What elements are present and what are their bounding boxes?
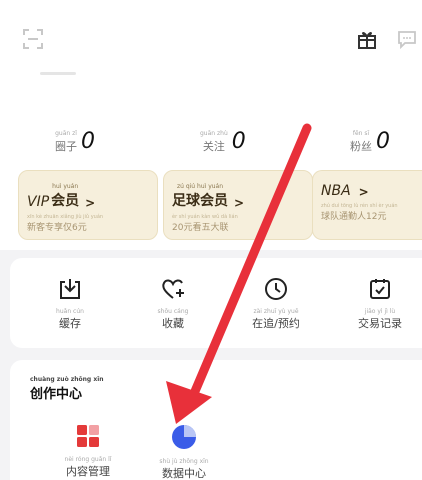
content-grid-icon	[77, 425, 99, 447]
tool-label: 交易记录	[358, 317, 402, 330]
tool-pinyin: jiāo yì jì lù	[364, 308, 396, 315]
drag-handle	[40, 72, 76, 75]
heart-plus-icon	[162, 279, 184, 299]
card-subtitle: 新客专享仅6元	[27, 223, 87, 233]
stat-label: 关注	[202, 140, 225, 153]
creator-center-panel: chuàng zuò zhōng xīn 创作中心 nèi róng guǎn …	[10, 360, 422, 480]
tool-cache[interactable]: huǎn cún 缓存	[30, 276, 110, 331]
vip-member-card[interactable]: VIP huì yuán 会员 > xīn kè zhuān xiǎng jiù…	[18, 170, 158, 240]
calendar-check-icon	[370, 279, 390, 299]
creator-title-text: 创作中心	[30, 387, 83, 402]
tools-panel: huǎn cún 缓存 shōu cáng 收藏 zài zhuī yù yuē…	[10, 258, 422, 348]
stat-pinyin: fěn sī	[352, 130, 370, 137]
card-prefix: VIP	[27, 194, 50, 210]
tool-label: 在追/预约	[252, 317, 300, 330]
stat-pinyin: guān zhù	[200, 130, 228, 137]
chevron-right-icon: >	[85, 196, 96, 210]
data-center-item[interactable]: shù jù zhōng xīn 数据中心	[144, 424, 224, 480]
item-pinyin: shù jù zhōng xīn	[159, 458, 209, 465]
item-label: 数据中心	[162, 467, 206, 480]
stat-following[interactable]: guān zhù 关注 0	[200, 114, 246, 154]
card-subtitle: 球队通勤人12元	[321, 212, 387, 222]
creator-title-pinyin: chuàng zuò zhōng xīn	[30, 376, 104, 383]
scan-icon[interactable]	[22, 28, 44, 50]
card-prefix: NBA	[321, 183, 351, 199]
card-title-pinyin: huì yuán	[52, 183, 79, 190]
top-bar	[0, 0, 422, 110]
card-subtitle: 20元看五大联	[172, 223, 229, 233]
gift-icon[interactable]	[356, 28, 378, 50]
card-title: 会员	[51, 193, 80, 209]
chevron-right-icon: >	[234, 196, 245, 210]
tool-transactions[interactable]: jiāo yì jì lù 交易记录	[340, 276, 420, 331]
creator-center-title: chuàng zuò zhōng xīn 创作中心	[30, 376, 104, 402]
tool-favorites[interactable]: shōu cáng 收藏	[133, 276, 213, 331]
tool-pinyin: shōu cáng	[157, 308, 189, 315]
stats-row: guān zǐ 圈子 0 guān zhù 关注 0 fěn sī 粉丝 0	[0, 110, 422, 160]
stat-value: 0	[376, 129, 390, 154]
stat-value: 0	[231, 129, 246, 154]
clock-icon	[265, 278, 287, 300]
pie-chart-icon	[172, 425, 196, 449]
tool-following-booking[interactable]: zài zhuī yù yuē 在追/预约	[236, 276, 316, 331]
stat-pinyin: guān zǐ	[55, 130, 77, 137]
stat-label: 粉丝	[350, 140, 372, 153]
message-icon[interactable]	[396, 28, 418, 50]
tool-pinyin: zài zhuī yù yuē	[253, 308, 299, 315]
chevron-right-icon: >	[358, 185, 369, 199]
stat-label: 圈子	[55, 140, 77, 153]
tool-label: 缓存	[59, 317, 81, 330]
stat-value: 0	[81, 129, 95, 154]
tool-pinyin: huǎn cún	[56, 308, 84, 315]
stat-circles[interactable]: guān zǐ 圈子 0	[55, 114, 95, 154]
item-pinyin: nèi róng guǎn lǐ	[64, 456, 112, 463]
stat-fans[interactable]: fěn sī 粉丝 0	[350, 114, 390, 154]
nba-member-card[interactable]: NBA > zhú duì tōng lù rén shí èr yuán 球队…	[312, 170, 422, 240]
download-box-icon	[60, 279, 80, 299]
item-label: 内容管理	[66, 465, 110, 478]
content-management-item[interactable]: nèi róng guǎn lǐ 内容管理	[48, 424, 128, 479]
card-title-pinyin: zú qiú huì yuán	[176, 183, 224, 190]
card-title: 足球会员	[172, 193, 228, 209]
membership-cards: VIP huì yuán 会员 > xīn kè zhuān xiǎng jiù…	[0, 160, 422, 250]
football-member-card[interactable]: zú qiú huì yuán 足球会员 > èr shí yuán kàn w…	[163, 170, 313, 240]
tool-label: 收藏	[162, 317, 184, 330]
